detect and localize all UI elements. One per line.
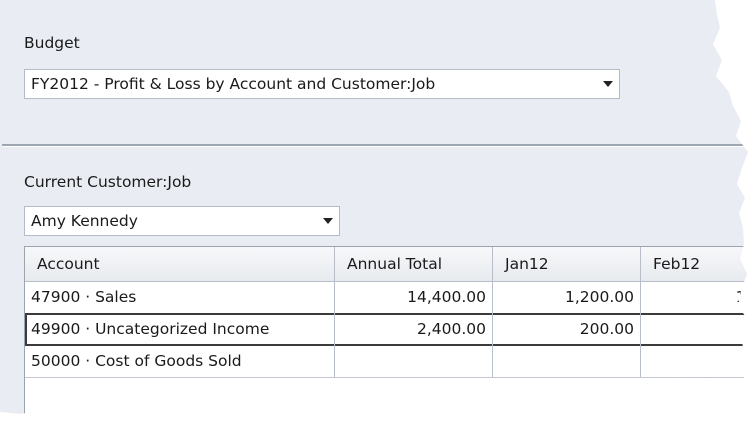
jan12-cell[interactable]: 200.00	[493, 313, 641, 345]
column-header-annual-total[interactable]: Annual Total	[335, 247, 493, 281]
budget-grid: Account Annual Total Jan12 Feb12 47900 ·…	[24, 246, 748, 414]
column-header-jan12[interactable]: Jan12	[493, 247, 641, 281]
budget-dropdown-value: FY2012 - Profit & Loss by Account and Cu…	[31, 75, 436, 93]
table-row[interactable]: 47900 · Sales 14,400.00 1,200.00 1,200	[25, 281, 748, 314]
budget-window: Budget FY2012 - Profit & Loss by Account…	[0, 0, 748, 414]
jan12-cell[interactable]: 1,200.00	[493, 281, 641, 313]
account-cell[interactable]: 47900 · Sales	[25, 281, 335, 313]
budget-label: Budget	[24, 34, 80, 52]
chevron-down-icon[interactable]	[597, 70, 619, 98]
column-header-feb12[interactable]: Feb12	[641, 247, 748, 281]
annual-total-cell[interactable]: 2,400.00	[335, 313, 493, 345]
feb12-cell[interactable]	[641, 345, 748, 377]
table-row[interactable]: 50000 · Cost of Goods Sold	[25, 345, 748, 378]
customer-job-dropdown-value: Amy Kennedy	[31, 212, 138, 230]
feb12-cell[interactable]: 200	[641, 313, 748, 345]
feb12-cell[interactable]: 1,200	[641, 281, 748, 313]
grid-header: Account Annual Total Jan12 Feb12	[25, 247, 748, 282]
table-row[interactable]: 49900 · Uncategorized Income 2,400.00 20…	[25, 313, 748, 346]
annual-total-cell[interactable]	[335, 345, 493, 377]
section-divider	[2, 144, 748, 147]
customer-job-label: Current Customer:Job	[24, 173, 192, 191]
annual-total-cell[interactable]: 14,400.00	[335, 281, 493, 313]
account-cell[interactable]: 49900 · Uncategorized Income	[25, 313, 335, 345]
customer-job-dropdown[interactable]: Amy Kennedy	[24, 206, 340, 236]
budget-dropdown[interactable]: FY2012 - Profit & Loss by Account and Cu…	[24, 69, 620, 99]
chevron-down-icon[interactable]	[317, 207, 339, 235]
jan12-cell[interactable]	[493, 345, 641, 377]
account-cell[interactable]: 50000 · Cost of Goods Sold	[25, 345, 335, 377]
column-header-account[interactable]: Account	[25, 247, 335, 281]
